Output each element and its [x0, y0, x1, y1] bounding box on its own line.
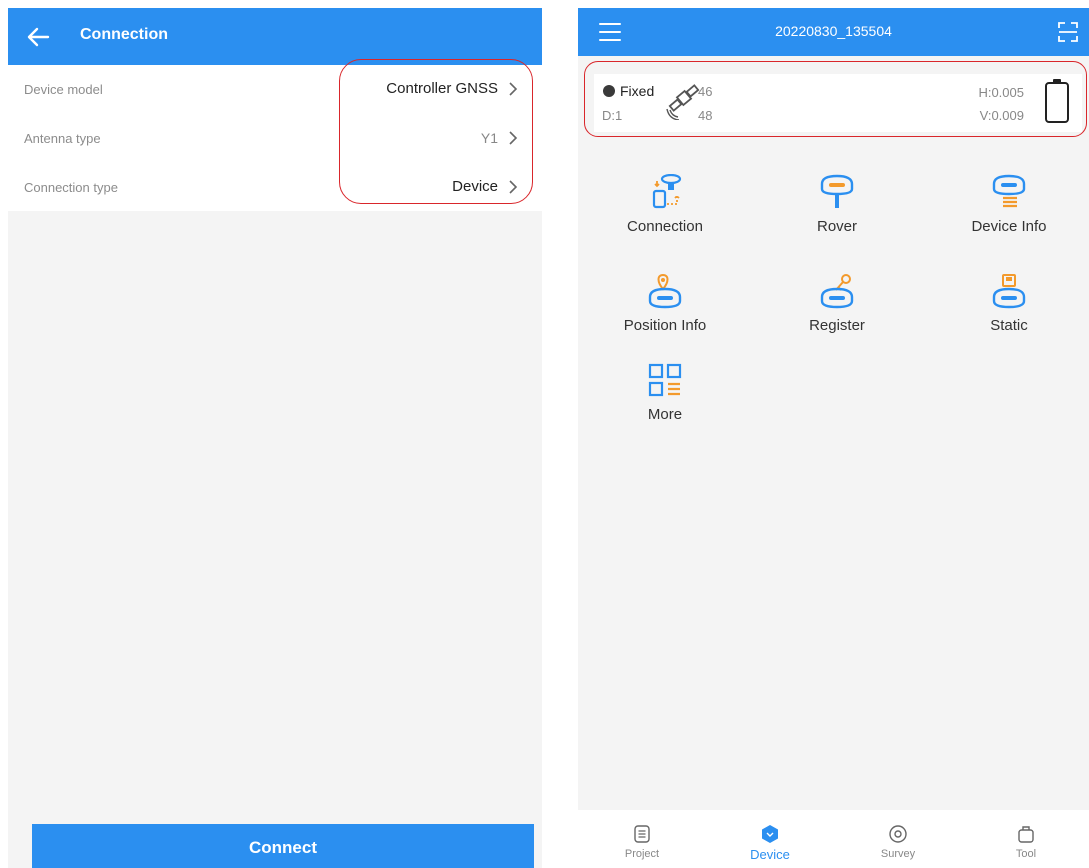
tile-label: Register	[809, 317, 865, 334]
differential-age: D:1	[602, 108, 623, 123]
tile-static[interactable]: Static	[924, 273, 1089, 363]
nav-tool[interactable]: Tool	[962, 810, 1089, 868]
device-screen: 20220830_135504 Fixed D:1 46 48 H:0.005 …	[578, 8, 1089, 868]
tile-register[interactable]: Register	[752, 273, 922, 363]
nav-project[interactable]: Project	[578, 810, 706, 868]
project-icon	[634, 825, 650, 843]
tile-label: Device Info	[971, 218, 1047, 235]
nav-survey[interactable]: Survey	[834, 810, 962, 868]
tile-more[interactable]: More	[580, 362, 750, 452]
survey-icon	[889, 825, 907, 843]
connection-icon	[652, 174, 682, 209]
tile-label: More	[647, 406, 683, 423]
connection-type-label: Connection type	[24, 180, 118, 195]
tile-rover[interactable]: Rover	[752, 174, 922, 264]
horizontal-precision: H:0.005	[978, 85, 1024, 100]
tile-label: Rover	[816, 218, 857, 235]
tile-connection[interactable]: Connection	[580, 174, 750, 264]
chevron-right-icon	[509, 82, 518, 96]
tile-position-info[interactable]: Position Info	[580, 273, 750, 363]
tile-label: Position Info	[623, 317, 707, 334]
nav-label: Project	[624, 848, 660, 860]
connection-type-value: Device	[452, 178, 498, 195]
fix-status-dot-icon	[603, 85, 615, 97]
nav-device[interactable]: Device	[706, 810, 834, 868]
chevron-right-icon	[509, 131, 518, 145]
back-arrow-icon[interactable]	[22, 22, 56, 52]
static-icon	[992, 274, 1026, 309]
register-icon	[820, 274, 854, 309]
project-title: 20220830_135504	[775, 23, 892, 39]
tile-device-info[interactable]: Device Info	[924, 174, 1089, 264]
connect-button[interactable]: Connect	[32, 824, 534, 868]
satellites-total: 48	[698, 108, 713, 123]
page-title: Connection	[80, 26, 168, 43]
fix-status: Fixed	[620, 83, 655, 99]
connection-screen: Connection Device model Controller GNSS …	[8, 8, 542, 868]
device-model-label: Device model	[24, 82, 103, 97]
device-header: 20220830_135504	[578, 8, 1089, 56]
antenna-type-value: Y1	[480, 130, 498, 146]
satellites-used: 46	[698, 84, 713, 99]
connection-type-row[interactable]: Connection type Device	[8, 163, 542, 211]
device-model-row[interactable]: Device model Controller GNSS	[8, 65, 542, 113]
tile-label: Static	[990, 317, 1028, 334]
scan-icon[interactable]	[1057, 20, 1079, 44]
device-info-icon	[992, 174, 1026, 208]
nav-label: Survey	[880, 848, 916, 860]
antenna-type-label: Antenna type	[24, 131, 101, 146]
vertical-precision: V:0.009	[979, 108, 1024, 123]
battery-icon	[1045, 79, 1069, 123]
connection-settings-list: Device model Controller GNSS Antenna typ…	[8, 65, 542, 211]
connection-header: Connection	[8, 8, 542, 65]
tile-label: Connection	[627, 218, 703, 235]
chevron-right-icon	[509, 180, 518, 194]
gnss-status-card[interactable]: Fixed D:1 46 48 H:0.005 V:0.009	[594, 74, 1082, 132]
nav-label: Device	[750, 847, 790, 862]
position-info-icon	[648, 273, 682, 309]
device-icon	[762, 825, 778, 843]
more-icon	[648, 363, 682, 397]
device-model-value: Controller GNSS	[386, 80, 498, 97]
antenna-type-row[interactable]: Antenna type Y1	[8, 114, 542, 162]
rover-icon	[820, 174, 854, 208]
nav-label: Tool	[1015, 848, 1037, 860]
tool-icon	[1018, 826, 1034, 843]
bottom-navigation: Project Device Survey Tool	[578, 810, 1089, 868]
